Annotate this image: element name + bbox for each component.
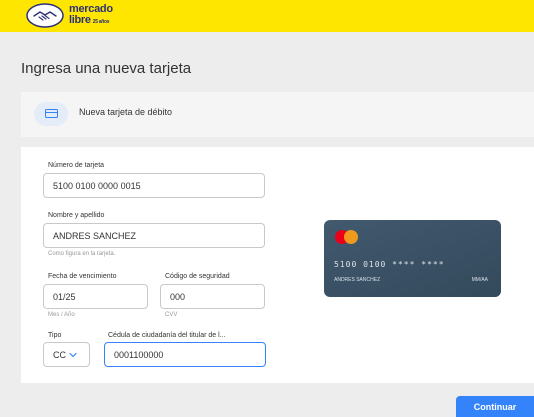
logo-tagline: 25 años xyxy=(92,19,110,25)
card-option-label: Nueva tarjeta de débito xyxy=(79,107,173,117)
doc-number-label: Cédula de ciudadanía del titular de l... xyxy=(108,332,226,339)
card-number-input[interactable]: 5100 0100 0000 0015 xyxy=(43,173,265,198)
card-preview-number: 5100 0100 **** **** xyxy=(334,260,445,269)
doc-number-input[interactable]: 0001100000 xyxy=(104,342,266,367)
handshake-logo-icon[interactable] xyxy=(26,3,64,28)
doc-type-value: CC xyxy=(53,349,66,360)
card-preview-name: ANDRES SANCHEZ xyxy=(334,277,381,283)
security-code-label: Código de seguridad xyxy=(165,273,230,280)
card-preview-expiry: MM/AA xyxy=(471,277,488,283)
card-preview: 5100 0100 **** **** ANDRES SANCHEZ MM/AA xyxy=(324,220,501,297)
top-bar: mercado libre 25 años xyxy=(0,0,534,32)
security-code-helper: CVV xyxy=(165,312,178,318)
continue-button[interactable]: Continuar xyxy=(456,396,534,417)
page-title: Ingresa una nueva tarjeta xyxy=(21,60,192,77)
new-debit-card-option[interactable]: Nueva tarjeta de débito xyxy=(21,92,534,137)
security-code-input[interactable]: 000 xyxy=(160,284,265,309)
card-number-label: Número de tarjeta xyxy=(48,162,105,169)
expiry-helper: Mes / Año xyxy=(48,312,75,318)
full-name-helper: Como figura en la tarjeta. xyxy=(48,251,116,257)
doc-type-label: Tipo xyxy=(48,332,62,339)
full-name-label: Nombre y apellido xyxy=(48,212,105,219)
credit-card-icon xyxy=(45,109,58,118)
expiry-input[interactable]: 01/25 xyxy=(43,284,148,309)
expiry-label: Fecha de vencimiento xyxy=(48,273,117,280)
full-name-input[interactable]: ANDRES SANCHEZ xyxy=(43,223,265,248)
credit-card-icon-wrapper xyxy=(34,102,68,126)
brand-logo[interactable]: mercado libre 25 años xyxy=(69,4,113,26)
doc-type-select[interactable]: CC xyxy=(43,342,90,367)
chevron-down-icon xyxy=(69,352,77,357)
logo-line2: libre xyxy=(69,14,91,26)
mastercard-logo-circle xyxy=(344,230,358,244)
